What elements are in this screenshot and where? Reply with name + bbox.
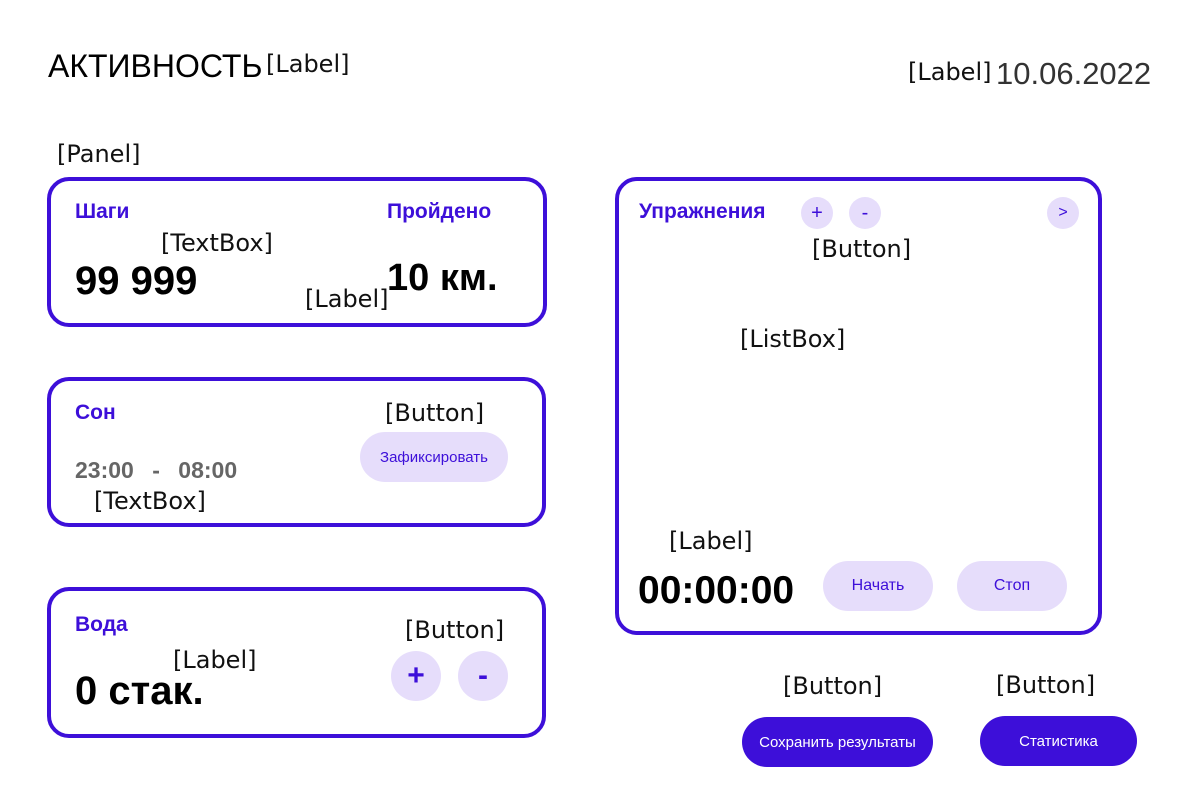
exercise-add-button[interactable]: + [801, 197, 833, 229]
annotation-label: [Label] [669, 527, 753, 555]
steps-value[interactable]: 99 999 [75, 261, 197, 301]
statistics-button[interactable]: Статистика [980, 716, 1137, 766]
sleep-start-time: 23:00 [75, 457, 134, 483]
stop-timer-button[interactable]: Стоп [957, 561, 1067, 611]
time-separator: - [152, 457, 160, 483]
sleep-end-time: 08:00 [178, 457, 238, 483]
annotation-label: [Label] [908, 58, 992, 86]
fix-sleep-button[interactable]: Зафиксировать [360, 432, 508, 482]
water-label: Вода [75, 613, 128, 636]
water-value: 0 стак. [75, 669, 204, 713]
annotation-button: [Button] [385, 399, 485, 427]
timer-value: 00:00:00 [638, 569, 795, 612]
exercise-next-button[interactable]: > [1047, 197, 1079, 229]
annotation-label: [Label] [266, 50, 350, 78]
annotation-panel: [Panel] [57, 140, 141, 168]
water-card: Вода [Label] 0 стак. [Button] + - [47, 587, 546, 738]
annotation-listbox: [ListBox] [740, 325, 846, 353]
exercise-card: Упражнения + - > [Button] [ListBox] [Lab… [615, 177, 1102, 635]
steps-card: Шаги [TextBox] 99 999 Пройдено [Label] 1… [47, 177, 547, 327]
sleep-card: Сон [Button] Зафиксировать 23:00 - 08:00… [47, 377, 546, 527]
distance-value: 10 км. [387, 257, 498, 299]
save-results-button[interactable]: Сохранить результаты [742, 717, 933, 767]
sleep-label: Сон [75, 401, 116, 424]
sleep-time-range[interactable]: 23:00 - 08:00 [75, 459, 237, 482]
water-minus-button[interactable]: - [458, 651, 508, 701]
water-plus-button[interactable]: + [391, 651, 441, 701]
exercise-label: Упражнения [639, 200, 766, 223]
annotation-button: [Button] [783, 672, 883, 700]
start-timer-button[interactable]: Начать [823, 561, 933, 611]
annotation-label: [Label] [305, 285, 389, 313]
annotation-textbox: [TextBox] [161, 229, 273, 257]
annotation-button: [Button] [996, 671, 1096, 699]
page-title: АКТИВНОСТЬ [48, 48, 263, 84]
exercise-remove-button[interactable]: - [849, 197, 881, 229]
annotation-button: [Button] [405, 616, 505, 644]
exercise-listbox[interactable] [639, 251, 1082, 511]
date-label: 10.06.2022 [996, 56, 1152, 91]
distance-label: Пройдено [387, 200, 492, 223]
annotation-textbox: [TextBox] [94, 487, 206, 515]
steps-label: Шаги [75, 200, 130, 223]
